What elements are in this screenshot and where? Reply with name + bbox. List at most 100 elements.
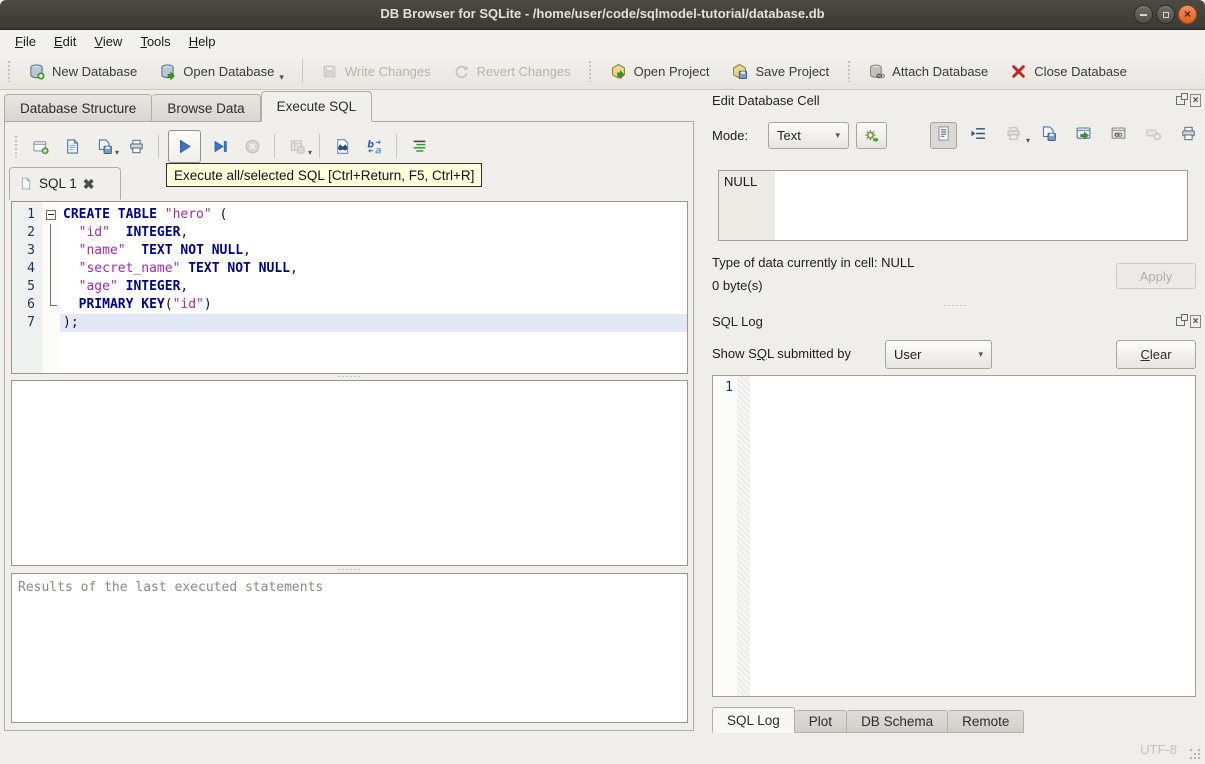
new-database-button[interactable]: New Database	[17, 56, 148, 86]
menu-item-file[interactable]: File	[6, 31, 45, 52]
code-line[interactable]: 5 "age" INTEGER,	[12, 278, 687, 296]
attach-database-label: Attach Database	[892, 63, 989, 79]
print-button[interactable]	[123, 132, 149, 160]
close-database-label: Close Database	[1034, 63, 1127, 79]
write-changes-icon	[321, 63, 338, 80]
stop-button[interactable]	[239, 132, 265, 160]
execute-sql-panel: ▾ ▾ b a SQL 1 ✖ Execute all/selected SQL [C…	[4, 121, 694, 731]
close-panel-icon[interactable]: ×	[1190, 94, 1201, 107]
clear-button-label: Clear	[1140, 347, 1172, 362]
toolbar-grip[interactable]	[587, 60, 593, 82]
maximize-button[interactable]	[1156, 5, 1175, 24]
set-null-button[interactable]	[1140, 122, 1167, 149]
toolbar-grip[interactable]	[6, 60, 11, 82]
code-text: "age" INTEGER,	[60, 278, 687, 296]
code-text: "id" INTEGER,	[60, 224, 687, 242]
results-table-pane[interactable]	[11, 380, 688, 566]
menu-item-edit[interactable]: Edit	[45, 31, 85, 52]
open-project-button[interactable]: Open Project	[599, 56, 721, 86]
svg-text:b: b	[367, 139, 374, 150]
revert-changes-label: Revert Changes	[476, 63, 571, 79]
cell-value-editor[interactable]: NULL	[718, 170, 1188, 241]
code-line[interactable]: 4 "secret_name" TEXT NOT NULL,	[12, 260, 687, 278]
code-line[interactable]: 6 PRIMARY KEY("id")	[12, 296, 687, 314]
text-mode-button[interactable]	[930, 122, 957, 149]
close-database-button[interactable]: Close Database	[999, 56, 1138, 86]
dropdown-arrow-icon[interactable]: ▾	[115, 148, 119, 160]
save-project-button[interactable]: Save Project	[720, 56, 840, 86]
attach-database-button[interactable]: Attach Database	[857, 56, 999, 86]
code-line[interactable]: 2 "id" INTEGER,	[12, 224, 687, 242]
log-line-number-gutter	[713, 376, 737, 696]
toolbar-separator	[274, 134, 275, 158]
auto-apply-button[interactable]	[856, 122, 887, 149]
dock-tab-db-schema[interactable]: DB Schema	[847, 710, 949, 733]
tab-database-structure[interactable]: Database Structure	[4, 94, 153, 122]
revert-changes-button[interactable]: Revert Changes	[442, 56, 582, 86]
close-tab-icon[interactable]: ✖	[83, 177, 95, 191]
sql-code-editor[interactable]: 1 CREATE TABLE "hero" (2 "id" INTEGER, 3 "…	[11, 201, 688, 374]
menu-item-tools[interactable]: Tools	[131, 31, 179, 52]
menu-item-help[interactable]: Help	[180, 31, 225, 52]
dropdown-arrow-icon[interactable]: ▾	[1026, 136, 1030, 148]
execute-sql-button[interactable]	[168, 129, 201, 163]
tab-execute-sql[interactable]: Execute SQL	[260, 91, 373, 122]
line-number: 4	[27, 261, 35, 276]
log-filter-value: User	[894, 347, 922, 362]
menu-item-view[interactable]: View	[85, 31, 131, 52]
save-sql-file-button[interactable]: ▾	[91, 132, 119, 160]
code-line[interactable]: 7);	[12, 314, 687, 332]
open-in-external-button[interactable]	[1105, 122, 1132, 149]
dock-tab-remote[interactable]: Remote	[948, 710, 1025, 733]
execute-current-line-button[interactable]	[207, 132, 233, 160]
dock-tab-bar: SQL Log Plot DB Schema Remote	[712, 707, 1025, 733]
print-button[interactable]	[1175, 122, 1202, 149]
dock-splitter[interactable]: ······	[706, 301, 1205, 310]
minimize-button[interactable]	[1134, 5, 1153, 24]
token-str: "age"	[78, 279, 118, 294]
open-tab-button[interactable]	[27, 132, 53, 160]
code-line[interactable]: 3 "name" TEXT NOT NULL,	[12, 242, 687, 260]
sql-editor-tab[interactable]: SQL 1 ✖	[9, 167, 121, 200]
format-sql-button[interactable]	[406, 132, 432, 160]
print-cell-button[interactable]: ▾	[1000, 122, 1030, 149]
find-button[interactable]	[329, 132, 355, 160]
sql-log-view[interactable]: 1	[712, 375, 1196, 697]
float-panel-icon[interactable]	[1176, 93, 1188, 105]
dock-tab-sql-log[interactable]: SQL Log	[712, 707, 795, 733]
float-panel-icon[interactable]	[1176, 314, 1188, 326]
token-pl: );	[63, 315, 79, 330]
token-pl: (	[211, 207, 228, 222]
open-database-label: Open Database	[183, 63, 275, 79]
tooltip: Execute all/selected SQL [Ctrl+Return, F…	[166, 163, 483, 187]
find-replace-button[interactable]: ba	[361, 132, 387, 160]
tab-browse-data[interactable]: Browse Data	[152, 94, 261, 122]
editor-toolbar-grip[interactable]	[13, 135, 18, 157]
fold-guide	[42, 278, 60, 296]
dock-tab-plot[interactable]: Plot	[794, 710, 848, 733]
import-data-button[interactable]	[1035, 122, 1062, 149]
dropdown-arrow-icon[interactable]: ▾	[279, 72, 284, 86]
close-button[interactable]: ×	[1178, 5, 1197, 24]
write-changes-button[interactable]: Write Changes	[310, 56, 442, 86]
fold-marker-icon[interactable]	[42, 206, 60, 224]
code-line[interactable]: 1 CREATE TABLE "hero" (	[12, 206, 687, 224]
resize-grip[interactable]	[1190, 749, 1201, 760]
export-data-button[interactable]	[1070, 122, 1097, 149]
word-wrap-button[interactable]	[965, 122, 992, 149]
minimize-icon	[1140, 13, 1147, 16]
toolbar-grip[interactable]	[846, 60, 852, 82]
mode-select[interactable]: Text ▾	[768, 122, 849, 149]
clear-log-button[interactable]: Clear	[1116, 340, 1196, 369]
open-sql-file-button[interactable]	[59, 132, 85, 160]
attach-database-icon	[868, 63, 886, 80]
apply-button[interactable]: Apply	[1116, 263, 1196, 289]
log-filter-label-part: L submitted by	[766, 346, 851, 361]
results-message-pane[interactable]: Results of the last executed statements	[11, 573, 688, 723]
dropdown-arrow-icon[interactable]: ▾	[308, 148, 312, 160]
close-panel-icon[interactable]: ×	[1190, 315, 1201, 328]
close-icon: ×	[1183, 7, 1191, 21]
save-results-button[interactable]: ▾	[284, 132, 312, 160]
open-database-button[interactable]: Open Database ▾	[148, 56, 295, 86]
log-filter-select[interactable]: User ▾	[885, 340, 992, 369]
